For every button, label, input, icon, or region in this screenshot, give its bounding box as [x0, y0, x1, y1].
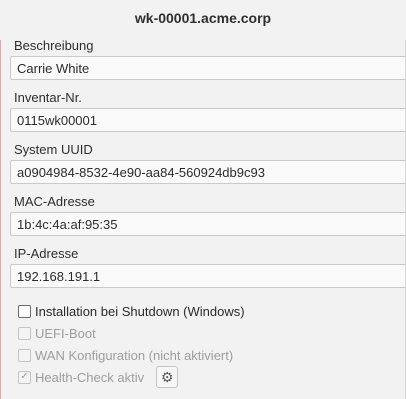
uefi-boot-label: UEFI-Boot — [35, 325, 96, 341]
ip-address-input[interactable] — [10, 264, 405, 288]
wan-configuration-label: WAN Konfiguration (nicht aktiviert) — [35, 347, 234, 363]
wan-configuration-checkbox — [18, 348, 31, 362]
uuid-field-group: System UUID — [10, 140, 406, 192]
window-title: wk-00001.acme.corp — [134, 10, 272, 26]
description-input[interactable] — [10, 56, 405, 80]
health-check-checkbox: ✓ — [18, 370, 31, 384]
options-checkbox-group: Installation bei Shutdown (Windows) UEFI… — [10, 300, 406, 388]
uefi-boot-option: UEFI-Boot — [10, 322, 406, 344]
checkmark-icon: ✓ — [20, 371, 29, 382]
mac-address-label: MAC-Adresse — [14, 194, 95, 209]
health-check-option: ✓ Health-Check aktiv ⚙ — [10, 366, 406, 388]
health-check-settings-button[interactable]: ⚙ — [156, 366, 179, 388]
description-label: Beschreibung — [14, 38, 94, 53]
mac-address-input[interactable] — [10, 212, 405, 236]
install-on-shutdown-option[interactable]: Installation bei Shutdown (Windows) — [10, 300, 406, 322]
system-uuid-input[interactable] — [10, 160, 405, 184]
window-titlebar: wk-00001.acme.corp — [0, 0, 406, 36]
health-check-label: Health-Check aktiv — [35, 369, 145, 385]
ip-address-label: IP-Adresse — [14, 246, 79, 261]
left-divider — [0, 40, 1, 399]
gear-icon: ⚙ — [160, 368, 174, 385]
system-uuid-label: System UUID — [14, 142, 93, 157]
ip-field-group: IP-Adresse — [10, 244, 406, 296]
uefi-boot-checkbox — [18, 326, 31, 340]
inventory-number-label: Inventar-Nr. — [14, 90, 82, 105]
install-on-shutdown-label: Installation bei Shutdown (Windows) — [35, 303, 245, 319]
properties-form: Beschreibung Inventar-Nr. System UUID MA… — [10, 36, 406, 388]
inventory-number-input[interactable] — [10, 108, 405, 132]
description-field-group: Beschreibung — [10, 36, 406, 88]
wan-configuration-option: WAN Konfiguration (nicht aktiviert) — [10, 344, 406, 366]
mac-field-group: MAC-Adresse — [10, 192, 406, 244]
inventory-field-group: Inventar-Nr. — [10, 88, 406, 140]
install-on-shutdown-checkbox[interactable] — [18, 304, 31, 318]
